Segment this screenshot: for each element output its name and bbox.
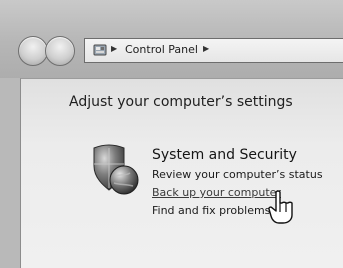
task-link-back-up[interactable]: Back up your computer: [152, 186, 281, 199]
address-bar[interactable]: ▶ Control Panel ▶: [84, 38, 343, 63]
control-panel-icon: [93, 44, 107, 56]
breadcrumb-dropdown-icon[interactable]: ▶: [203, 44, 209, 53]
page-title: Adjust your computer’s settings: [69, 94, 293, 110]
window-chrome: ▶ Control Panel ▶: [0, 0, 343, 78]
shield-globe-icon[interactable]: [86, 140, 144, 198]
breadcrumb-separator-icon[interactable]: ▶: [111, 44, 117, 53]
task-link-find-fix[interactable]: Find and fix problems: [152, 204, 270, 217]
back-button[interactable]: [18, 36, 48, 66]
forward-button[interactable]: [45, 36, 75, 66]
control-panel-window: ▶ Control Panel ▶ Adjust your computer’s…: [0, 0, 343, 268]
breadcrumb-control-panel[interactable]: Control Panel: [125, 43, 198, 56]
task-link-review-status[interactable]: Review your computer’s status: [152, 168, 323, 181]
category-title-system-security[interactable]: System and Security: [152, 147, 297, 163]
hand-pointer-icon: [268, 190, 293, 224]
